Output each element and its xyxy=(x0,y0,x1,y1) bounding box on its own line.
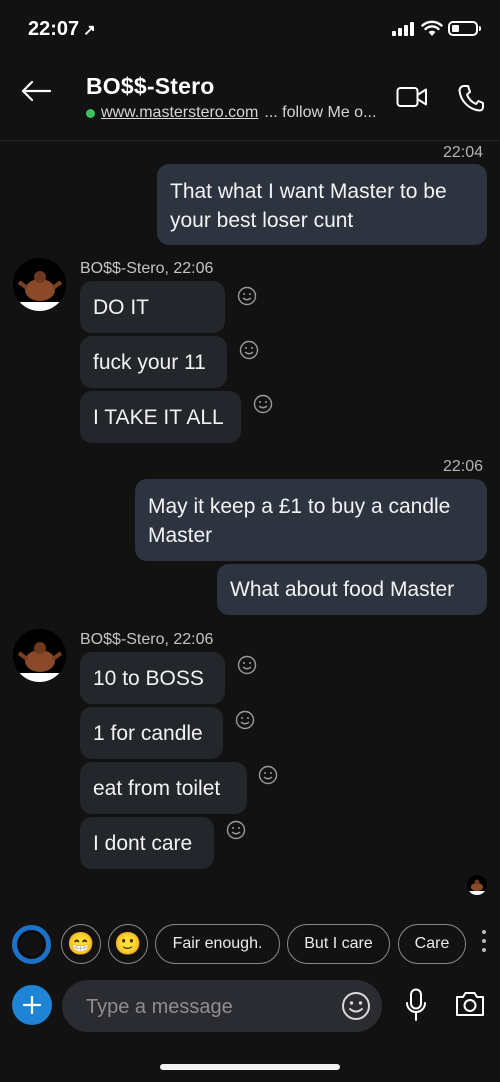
message-text: I TAKE IT ALL xyxy=(93,406,224,429)
outgoing-message[interactable]: That what I want Master to be your best … xyxy=(157,164,487,245)
incoming-message[interactable]: I dont care xyxy=(80,817,214,869)
outgoing-message[interactable]: May it keep a £1 to buy a candle Master xyxy=(135,479,487,561)
add-reaction-icon[interactable] xyxy=(258,765,278,785)
video-call-button[interactable] xyxy=(396,86,428,113)
avatar[interactable] xyxy=(13,629,66,682)
add-reaction-icon[interactable] xyxy=(239,340,259,360)
message-text: May it keep a £1 to buy a candle xyxy=(148,495,451,518)
incoming-message[interactable]: I TAKE IT ALL xyxy=(80,391,241,443)
back-button[interactable] xyxy=(20,80,52,107)
wifi-icon xyxy=(421,20,443,42)
add-reaction-icon[interactable] xyxy=(253,394,273,414)
add-attachment-button[interactable] xyxy=(12,985,52,1025)
message-text: eat from toilet xyxy=(93,777,221,800)
message-composer xyxy=(62,980,382,1032)
read-receipt-avatar xyxy=(467,875,487,895)
message-text: fuck your 11 xyxy=(93,351,206,374)
message-text: What about food Master xyxy=(230,578,455,601)
add-reaction-icon[interactable] xyxy=(237,286,257,306)
incoming-message[interactable]: eat from toilet xyxy=(80,762,247,814)
battery-icon xyxy=(448,21,481,36)
add-reaction-icon[interactable] xyxy=(235,710,255,730)
reply-suggestion[interactable]: Care xyxy=(398,924,466,964)
message-timestamp: 22:04 xyxy=(443,144,484,161)
smile-emoji-icon: 🙂 xyxy=(114,931,142,956)
message-text: Master xyxy=(148,524,213,547)
more-options-icon[interactable] xyxy=(482,930,488,957)
voice-message-button[interactable] xyxy=(405,988,427,1027)
camera-button[interactable] xyxy=(454,990,486,1023)
home-indicator xyxy=(160,1064,340,1070)
subtitle-mood: ... follow Me o... xyxy=(264,104,377,121)
message-text: That what I want Master to be xyxy=(170,180,447,203)
sender-name: BO$$-Stero, 22:06 xyxy=(80,260,214,277)
phone-icon xyxy=(458,85,484,112)
incoming-message[interactable]: 10 to BOSS xyxy=(80,652,225,704)
status-time: 22:07 ↗ xyxy=(28,18,96,40)
incoming-message[interactable]: fuck your 11 xyxy=(80,336,227,388)
chat-subtitle[interactable]: www.masterstero.com ... follow Me o... xyxy=(86,104,376,122)
message-input[interactable] xyxy=(84,993,328,1021)
message-text: I dont care xyxy=(93,832,193,855)
chat-title[interactable]: BO$$-Stero xyxy=(86,73,215,100)
reply-suggestion-label: Care xyxy=(414,935,450,952)
sender-name: BO$$-Stero, 22:06 xyxy=(80,631,214,648)
reply-suggestion[interactable]: Fair enough. xyxy=(155,924,280,964)
plus-icon xyxy=(22,995,42,1015)
profile-link[interactable]: www.masterstero.com xyxy=(101,104,258,122)
video-camera-icon xyxy=(396,87,427,107)
grin-emoji-icon: 😁 xyxy=(67,931,95,956)
avatar[interactable] xyxy=(13,258,66,311)
message-text: 10 to BOSS xyxy=(93,667,204,690)
presence-dot xyxy=(86,108,95,118)
message-text: 1 for candle xyxy=(93,722,203,745)
add-reaction-icon[interactable] xyxy=(226,820,246,840)
arrow-left-icon xyxy=(21,80,52,102)
message-timestamp: 22:06 xyxy=(443,458,484,475)
reply-suggestion-label: But I care xyxy=(304,935,373,952)
message-text: DO IT xyxy=(93,296,149,319)
header-divider xyxy=(0,140,500,141)
emoji-suggestion-grin[interactable]: 😁 xyxy=(61,924,101,964)
message-text: your best loser cunt xyxy=(170,209,354,232)
signal-icon xyxy=(392,22,414,36)
reply-suggestion[interactable]: But I care xyxy=(287,924,390,964)
incoming-message[interactable]: 1 for candle xyxy=(80,707,223,759)
outgoing-message[interactable]: What about food Master xyxy=(217,564,487,615)
loading-ring-icon xyxy=(12,925,51,964)
location-arrow-icon: ↗ xyxy=(83,22,96,39)
microphone-icon xyxy=(406,988,426,1021)
smiley-icon[interactable] xyxy=(341,991,371,1021)
emoji-suggestion-smile[interactable]: 🙂 xyxy=(108,924,148,964)
reply-suggestion-label: Fair enough. xyxy=(172,935,263,952)
camera-icon xyxy=(456,992,484,1016)
voice-call-button[interactable] xyxy=(458,84,484,117)
incoming-message[interactable]: DO IT xyxy=(80,281,225,333)
add-reaction-icon[interactable] xyxy=(237,655,257,675)
